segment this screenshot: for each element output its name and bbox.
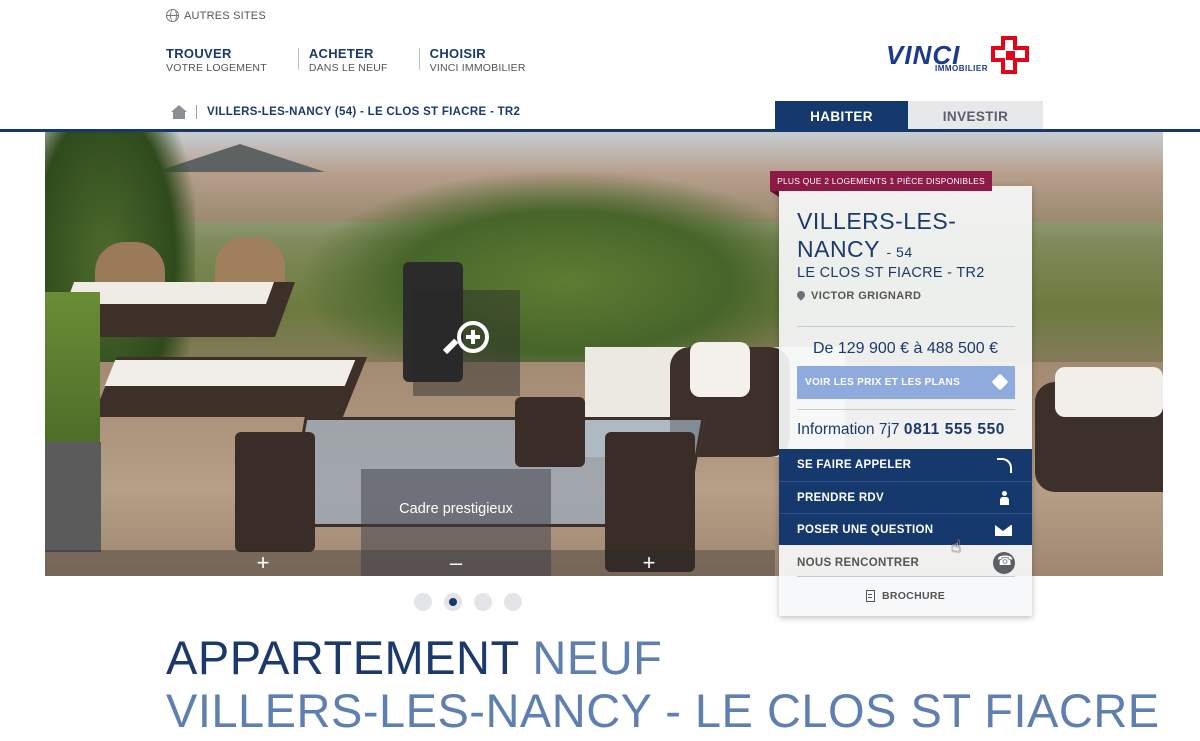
tab-investir[interactable]: INVESTIR — [908, 101, 1043, 131]
program-address: VICTOR GRIGNARD — [797, 290, 921, 302]
meet-us-button[interactable]: NOUS RENCONTRER — [797, 549, 1015, 577]
info-phone-line[interactable]: Information 7j7 0811 555 550 — [797, 421, 1005, 439]
zoom-in-icon — [442, 321, 489, 365]
page-subtitle: VILLERS-LES-NANCY - LE CLOS ST FIACRE — [166, 684, 1160, 737]
page-title: APPARTEMENT NEUF — [166, 632, 662, 684]
callback-label: SE FAIRE APPELER — [797, 459, 912, 471]
nav-title: ACHETER — [308, 46, 374, 61]
mail-icon — [995, 525, 1012, 536]
hero-prev-expand-button[interactable]: + — [243, 550, 283, 576]
nav-title: TROUVER — [166, 46, 232, 61]
nav-item-trouver[interactable]: TROUVER VOTRE LOGEMENT — [166, 46, 299, 74]
book-appointment-button[interactable]: PRENDRE RDV — [779, 481, 1032, 513]
carousel-dot-4[interactable] — [504, 593, 522, 611]
nav-subtitle: VINCI IMMOBILIER — [429, 62, 526, 74]
info-label: Information 7j7 — [797, 421, 900, 438]
price-range: De 129 900 € à 488 500 € — [812, 340, 999, 357]
meet-us-label: NOUS RENCONTRER — [797, 556, 920, 569]
hero-caption: Cadre prestigieux — [399, 501, 513, 517]
ask-question-label: POSER UNE QUESTION — [797, 523, 934, 536]
carousel-dot-3[interactable] — [474, 593, 492, 611]
divider — [797, 409, 1015, 410]
carousel-dots — [414, 593, 522, 611]
page-title-strong: APPARTEMENT — [166, 631, 519, 684]
vinci-immobilier-logo[interactable]: VINCI IMMOBILIER — [886, 33, 1031, 75]
main-nav: TROUVER VOTRE LOGEMENT ACHETER DANS LE N… — [166, 46, 568, 74]
nav-title: CHOISIR — [429, 46, 486, 61]
brochure-label: BROCHURE — [881, 590, 946, 602]
person-icon — [1000, 491, 1009, 505]
nav-divider — [297, 48, 299, 70]
map-pin-icon — [797, 291, 805, 302]
nav-item-choisir[interactable]: CHOISIR VINCI IMMOBILIER — [430, 46, 558, 74]
logo-cross-icon — [991, 36, 1029, 74]
document-icon — [865, 590, 875, 602]
see-prices-plans-button[interactable]: VOIR LES PRIX ET LES PLANS — [797, 366, 1015, 399]
nav-divider — [418, 48, 420, 70]
hand-cursor-icon: ☝ — [951, 537, 962, 557]
availability-ribbon: PLUS QUE 2 LOGEMENTS 1 PIÈCE DISPONIBLES — [770, 171, 992, 191]
ask-question-button[interactable]: POSER UNE QUESTION — [779, 513, 1032, 545]
phone-icon — [993, 552, 1015, 574]
hero-next-expand-button[interactable]: + — [629, 550, 669, 576]
book-appointment-label: PRENDRE RDV — [797, 491, 885, 504]
program-city: VILLERS-LES-NANCY - 54 — [797, 207, 997, 266]
nav-item-acheter[interactable]: ACHETER DANS LE NEUF — [309, 46, 420, 74]
price-tag-icon — [991, 373, 1009, 391]
program-address-text: VICTOR GRIGNARD — [811, 290, 922, 302]
breadcrumb-divider — [196, 105, 197, 119]
autres-sites-label: AUTRES SITES — [184, 9, 266, 22]
logo-subtitle: IMMOBILIER — [935, 64, 988, 73]
info-phone-number: 0811 555 550 — [903, 421, 1006, 438]
globe-icon — [166, 9, 179, 22]
divider — [797, 326, 1015, 327]
callback-button[interactable]: SE FAIRE APPELER — [779, 449, 1032, 481]
carousel-dot-1[interactable] — [414, 593, 432, 611]
program-dept: - 54 — [886, 244, 913, 260]
home-icon[interactable] — [171, 105, 187, 119]
autres-sites-link[interactable]: AUTRES SITES — [166, 9, 266, 22]
hero-collapse-button[interactable]: – — [436, 550, 476, 576]
breadcrumb-current: VILLERS-LES-NANCY (54) - LE CLOS ST FIAC… — [207, 106, 521, 118]
tab-bar: HABITER INVESTIR — [775, 101, 1043, 131]
breadcrumb: VILLERS-LES-NANCY (54) - LE CLOS ST FIAC… — [171, 105, 520, 119]
carousel-dot-2[interactable] — [444, 593, 462, 611]
tab-habiter[interactable]: HABITER — [775, 101, 908, 131]
see-prices-plans-label: VOIR LES PRIX ET LES PLANS — [805, 377, 961, 388]
zoom-button[interactable] — [413, 290, 520, 396]
program-city-name: VILLERS-LES-NANCY — [797, 208, 957, 262]
brochure-link[interactable]: BROCHURE — [779, 590, 1032, 602]
page-title-light: NEUF — [532, 631, 663, 684]
nav-subtitle: DANS LE NEUF — [308, 62, 388, 74]
phone-callback-icon — [997, 458, 1012, 473]
program-name: LE CLOS ST FIACRE - TR2 — [797, 265, 985, 281]
nav-subtitle: VOTRE LOGEMENT — [166, 62, 267, 74]
